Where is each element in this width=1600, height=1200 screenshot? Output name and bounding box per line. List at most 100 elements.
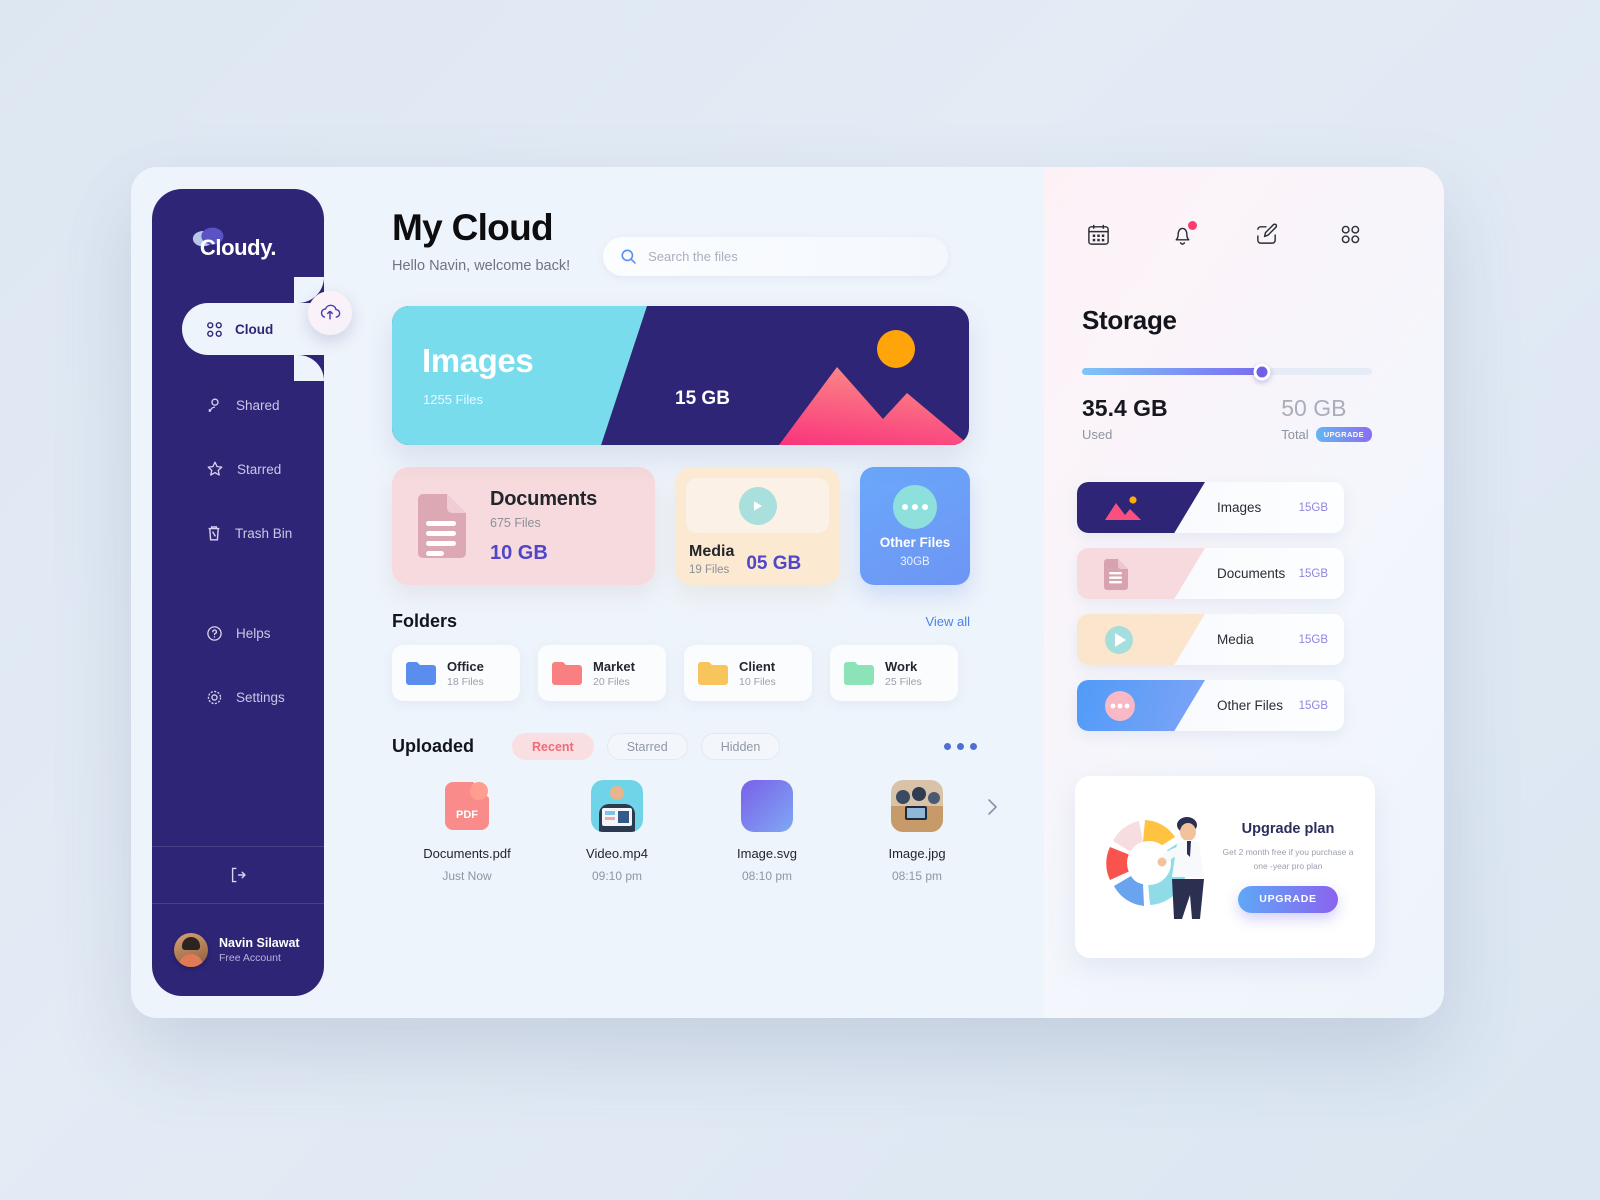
folder-text: Market 20 Files bbox=[593, 659, 635, 688]
search-icon bbox=[621, 249, 636, 264]
upgrade-card-text: Upgrade plan Get 2 month free if you pur… bbox=[1215, 821, 1361, 913]
folder-item[interactable]: Office 18 Files bbox=[392, 645, 520, 701]
grid-icon bbox=[207, 321, 222, 337]
other-files-card-name: Other Files bbox=[879, 534, 951, 550]
file-name: Image.jpg bbox=[888, 846, 946, 861]
storage-progress-fill bbox=[1082, 368, 1262, 375]
folder-icon bbox=[698, 662, 728, 685]
banner-size: 15 GB bbox=[675, 388, 730, 409]
calendar-button[interactable] bbox=[1086, 222, 1112, 248]
file-item[interactable]: PDF Documents.pdf Just Now bbox=[392, 780, 542, 883]
media-card-name: Media bbox=[689, 543, 735, 560]
storage-row-images[interactable]: Images 15GB bbox=[1077, 482, 1344, 533]
folder-name: Office bbox=[447, 658, 484, 674]
tab-starred[interactable]: Starred bbox=[606, 733, 688, 760]
documents-card-name: Documents bbox=[490, 487, 598, 510]
storage-used: 35.4 GB Used bbox=[1082, 395, 1168, 442]
edit-button[interactable] bbox=[1254, 222, 1280, 248]
more-dots-icon[interactable] bbox=[944, 743, 977, 750]
search-bar[interactable] bbox=[603, 237, 949, 276]
sidebar-item-trash-bin[interactable]: Trash Bin bbox=[152, 501, 324, 565]
folder-name: Client bbox=[739, 658, 776, 674]
shared-user-icon bbox=[208, 398, 219, 412]
tab-hidden[interactable]: Hidden bbox=[700, 733, 781, 760]
folder-name: Market bbox=[593, 658, 635, 674]
documents-card-size: 10 GB bbox=[490, 541, 548, 564]
page-title: My Cloud bbox=[392, 207, 554, 248]
file-time: 08:15 pm bbox=[891, 869, 943, 883]
other-files-card[interactable]: Other Files 30GB bbox=[860, 467, 970, 585]
media-card[interactable]: Media 19 Files 05 GB bbox=[675, 467, 840, 585]
documents-card-text: Documents 675 Files 10 GB bbox=[490, 488, 597, 565]
storage-numbers: 35.4 GB Used 50 GB Total UPGRADE bbox=[1082, 395, 1372, 442]
apps-grid-icon bbox=[1341, 225, 1360, 244]
cloud-upload-button[interactable] bbox=[308, 291, 352, 335]
next-files-button[interactable] bbox=[984, 796, 1000, 818]
storage-row-other-files[interactable]: Other Files 15GB bbox=[1077, 680, 1344, 731]
upgrade-badge[interactable]: UPGRADE bbox=[1315, 427, 1372, 442]
upgrade-plan-card[interactable]: Upgrade plan Get 2 month free if you pur… bbox=[1075, 776, 1375, 958]
svg-file-icon bbox=[741, 780, 793, 832]
header-titles: My Cloud Hello Navin, welcome back! bbox=[392, 207, 571, 274]
file-item[interactable]: Image.jpg 08:15 pm bbox=[842, 780, 992, 883]
documents-card[interactable]: Documents 675 Files 10 GB bbox=[392, 467, 655, 585]
storage-row-documents[interactable]: Documents 15GB bbox=[1077, 548, 1344, 599]
file-item[interactable]: Image.svg 08:10 pm bbox=[692, 780, 842, 883]
right-panel: Storage 35.4 GB Used 50 GB Total UPGRADE bbox=[1044, 167, 1444, 1018]
sidebar-item-starred[interactable]: Starred bbox=[152, 437, 324, 501]
storage-row-name: Documents bbox=[1217, 566, 1286, 581]
folder-item[interactable]: Client 10 Files bbox=[684, 645, 812, 701]
storage-title: Storage bbox=[1082, 305, 1177, 335]
uploaded-title: Uploaded bbox=[392, 736, 475, 756]
file-thumbnail-pdf: PDF bbox=[441, 780, 493, 832]
page-subtitle: Hello Navin, welcome back! bbox=[392, 257, 571, 274]
folder-text: Client 10 Files bbox=[739, 659, 776, 688]
folder-files: 25 Files bbox=[885, 675, 922, 688]
media-card-size: 05 GB bbox=[746, 553, 802, 574]
file-time: 09:10 pm bbox=[591, 869, 643, 883]
user-profile[interactable]: Navin Silawat Free Account bbox=[152, 904, 324, 996]
category-cards: Documents 675 Files 10 GB Media 19 Files… bbox=[392, 467, 1044, 585]
app-window: Cloudy. Cloud Shared Starred Trash Bin H… bbox=[131, 167, 1444, 1018]
file-time: 08:10 pm bbox=[741, 869, 793, 883]
upgrade-button[interactable]: UPGRADE bbox=[1238, 885, 1338, 913]
other-files-card-size: 30GB bbox=[900, 555, 930, 568]
sidebar-item-shared[interactable]: Shared bbox=[152, 373, 324, 437]
storage-row-size: 15GB bbox=[1298, 699, 1328, 712]
folder-icon bbox=[406, 662, 436, 685]
folders-header: Folders View all bbox=[392, 611, 970, 632]
chevron-right-icon bbox=[988, 799, 997, 815]
media-card-footer: Media 19 Files 05 GB bbox=[686, 543, 829, 576]
logout-button[interactable] bbox=[152, 846, 324, 904]
images-banner[interactable]: Images 1255 Files 15 GB bbox=[392, 306, 969, 445]
folder-item[interactable]: Market 20 Files bbox=[538, 645, 666, 701]
sidebar-active-wrap: Cloud bbox=[152, 277, 354, 381]
tab-recent[interactable]: Recent bbox=[512, 733, 594, 760]
uploaded-files-list: PDF Documents.pdf Just Now Video.mp4 09:… bbox=[392, 780, 997, 883]
apps-grid-button[interactable] bbox=[1338, 222, 1364, 248]
storage-progress-bar[interactable] bbox=[1082, 363, 1372, 380]
view-all-link[interactable]: View all bbox=[925, 614, 970, 629]
video-thumbnail-icon bbox=[591, 780, 643, 832]
sidebar-item-trash-label: Trash Bin bbox=[235, 525, 293, 541]
folder-icon bbox=[552, 662, 582, 685]
file-time: Just Now bbox=[442, 869, 492, 883]
help-circle-icon bbox=[207, 625, 222, 641]
banner-title: Images bbox=[422, 342, 534, 379]
notifications-button[interactable] bbox=[1170, 221, 1197, 248]
folder-item[interactable]: Work 25 Files bbox=[830, 645, 958, 701]
sidebar-item-helps[interactable]: Helps bbox=[152, 601, 324, 665]
search-input[interactable] bbox=[648, 249, 899, 264]
storage-row-media[interactable]: Media 15GB bbox=[1077, 614, 1344, 665]
media-thumbnail bbox=[686, 478, 829, 533]
storage-row-name: Images bbox=[1217, 500, 1262, 515]
storage-progress-knob[interactable] bbox=[1253, 363, 1271, 380]
sidebar-item-starred-label: Starred bbox=[237, 461, 282, 477]
storage-row-icon-panel bbox=[1077, 548, 1205, 599]
file-item[interactable]: Video.mp4 09:10 pm bbox=[542, 780, 692, 883]
brand-name: Cloudy. bbox=[199, 235, 277, 260]
right-panel-toolbar bbox=[1044, 221, 1444, 248]
folders-list: Office 18 Files Market 20 Files Client 1… bbox=[392, 645, 1044, 701]
sidebar-item-settings[interactable]: Settings bbox=[152, 665, 324, 729]
